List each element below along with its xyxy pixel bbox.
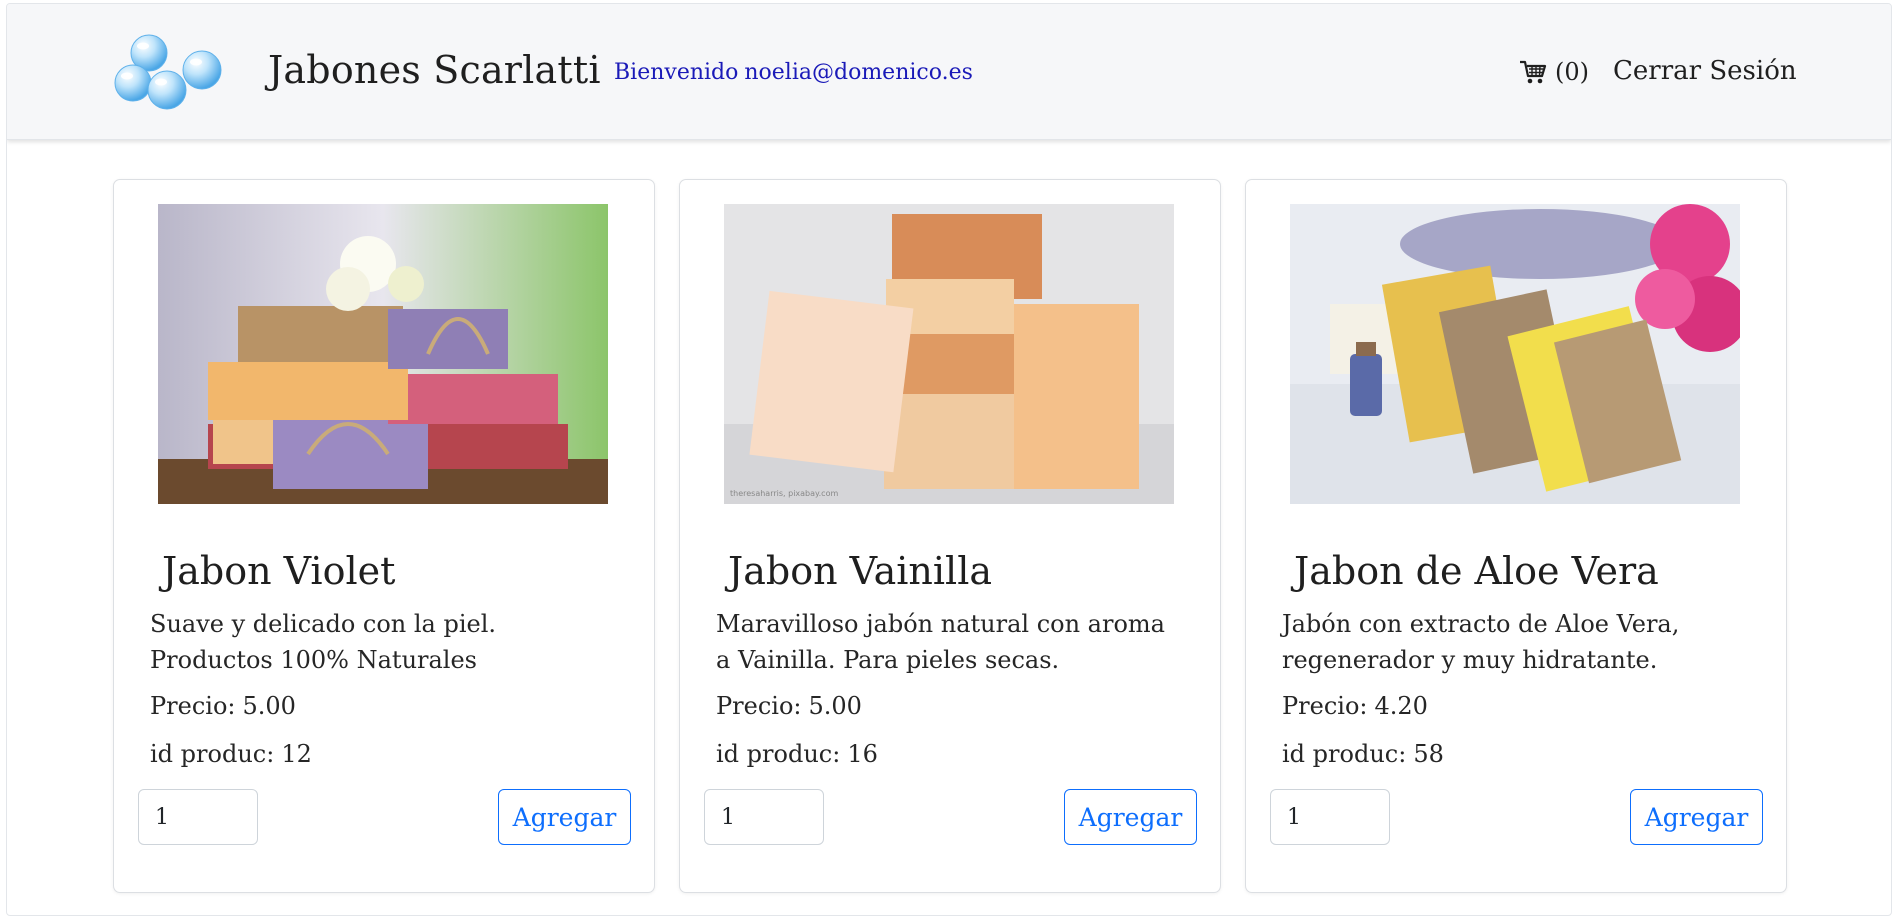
id-label: id produc: xyxy=(150,740,275,768)
price-value: 5.00 xyxy=(808,692,862,720)
product-id: id produc: 58 xyxy=(1282,740,1444,768)
bubbles-logo[interactable] xyxy=(111,34,231,114)
id-label: id produc: xyxy=(1282,740,1407,768)
page-frame: Jabones Scarlatti Bienvenido noelia@domen… xyxy=(6,3,1892,916)
id-value: 16 xyxy=(847,740,878,768)
cart-link[interactable]: (0) xyxy=(1519,58,1589,86)
welcome-message: Bienvenido noelia@domenico.es xyxy=(614,60,973,85)
add-to-cart-button[interactable]: Agregar xyxy=(1630,789,1763,845)
price-label: Precio: xyxy=(150,692,236,720)
welcome-label: Bienvenido xyxy=(614,60,739,85)
product-card: Jabon de Aloe Vera Jabón con extracto de… xyxy=(1245,179,1787,893)
product-price: Precio: 5.00 xyxy=(716,692,862,720)
quantity-input[interactable] xyxy=(1270,789,1390,845)
svg-text:theresaharris, pixabay.com: theresaharris, pixabay.com xyxy=(730,489,838,498)
price-label: Precio: xyxy=(1282,692,1368,720)
product-title: Jabon Vainilla xyxy=(728,549,992,593)
quantity-input[interactable] xyxy=(704,789,824,845)
quantity-input[interactable] xyxy=(138,789,258,845)
navbar: Jabones Scarlatti Bienvenido noelia@domen… xyxy=(7,4,1891,140)
product-price: Precio: 5.00 xyxy=(150,692,296,720)
price-value: 4.20 xyxy=(1374,692,1428,720)
cart-icon xyxy=(1520,60,1547,84)
id-value: 12 xyxy=(281,740,312,768)
user-email: noelia@domenico.es xyxy=(744,60,973,85)
id-label: id produc: xyxy=(716,740,841,768)
product-image xyxy=(158,204,608,504)
price-value: 5.00 xyxy=(242,692,296,720)
product-card: Jabon Violet Suave y delicado con la pie… xyxy=(113,179,655,893)
add-to-cart-button[interactable]: Agregar xyxy=(1064,789,1197,845)
product-description: Suave y delicado con la piel. Productos … xyxy=(150,610,497,674)
id-value: 58 xyxy=(1413,740,1444,768)
product-price: Precio: 4.20 xyxy=(1282,692,1428,720)
brand-name[interactable]: Jabones Scarlatti xyxy=(268,48,601,92)
cart-count: (0) xyxy=(1555,58,1589,86)
price-label: Precio: xyxy=(716,692,802,720)
product-image xyxy=(1290,204,1740,504)
product-description: Jabón con extracto de Aloe Vera, regener… xyxy=(1282,610,1680,674)
product-id: id produc: 16 xyxy=(716,740,878,768)
product-description: Maravilloso jabón natural con aroma a Va… xyxy=(716,610,1165,674)
add-to-cart-button[interactable]: Agregar xyxy=(498,789,631,845)
product-title: Jabon de Aloe Vera xyxy=(1294,549,1659,593)
product-title: Jabon Violet xyxy=(162,549,396,593)
logout-link[interactable]: Cerrar Sesión xyxy=(1613,56,1797,86)
product-image: theresaharris, pixabay.com xyxy=(724,204,1174,504)
product-id: id produc: 12 xyxy=(150,740,312,768)
product-card: theresaharris, pixabay.com Jabon Vainill… xyxy=(679,179,1221,893)
